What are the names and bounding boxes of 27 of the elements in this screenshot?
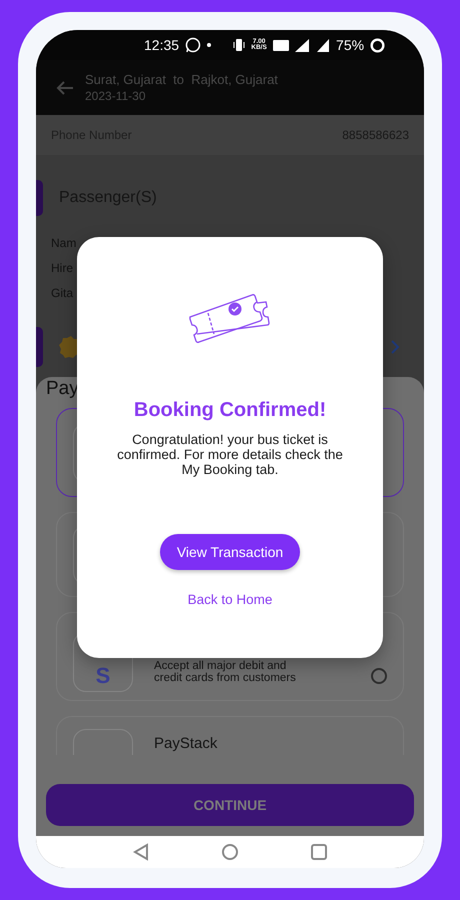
home-nav-icon[interactable] — [221, 843, 239, 861]
chat-icon — [185, 37, 202, 53]
section-marker — [36, 180, 43, 216]
signal-icon — [295, 38, 312, 52]
dialog-message: Congratulation! your bus ticket is confirmed. For more details check the My Booking tab. — [116, 432, 344, 477]
volte-icon — [273, 40, 290, 50]
sheet-title: Pay — [46, 379, 80, 399]
payment-name: PayStack — [154, 735, 218, 752]
dot-icon — [207, 43, 212, 47]
back-nav-icon[interactable] — [133, 843, 149, 861]
back-to-home-link[interactable]: Back to Home — [188, 592, 272, 607]
travel-date: 2023-11-30 — [85, 89, 146, 103]
status-time: 12:35 — [144, 37, 180, 53]
signal-icon — [317, 38, 330, 52]
recents-nav-icon[interactable] — [311, 844, 327, 860]
continue-button[interactable]: CONTINUE — [46, 784, 414, 826]
payment-description: Accept all major debit and credit cards from customers — [154, 660, 297, 684]
back-icon[interactable] — [56, 80, 74, 96]
route-title: Surat, Gujarat to Rajkot, Gujarat — [85, 72, 278, 87]
dialog-title: Booking Confirmed! — [134, 399, 326, 422]
chevron-right-icon — [390, 340, 400, 354]
view-transaction-button[interactable]: View Transaction — [160, 534, 300, 570]
section-marker — [36, 327, 43, 367]
vibrate-icon — [233, 39, 246, 51]
battery-level: 75% — [336, 37, 364, 53]
battery-ring-icon — [370, 38, 386, 52]
radio-button[interactable] — [371, 668, 387, 684]
